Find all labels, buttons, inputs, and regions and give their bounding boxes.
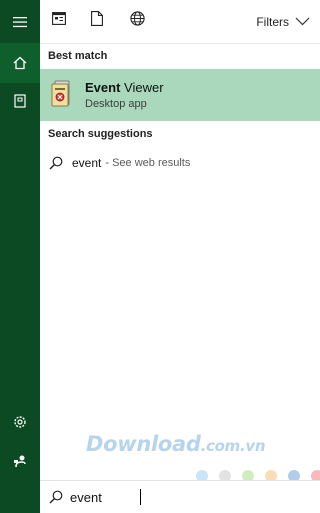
download-watermark: Download.com.vn	[86, 432, 266, 456]
settings-button[interactable]	[0, 402, 40, 442]
menu-button[interactable]	[0, 2, 40, 42]
app-title-rest: Viewer	[120, 80, 164, 95]
app-title-match: Event	[85, 80, 121, 95]
settings-icon	[13, 415, 27, 429]
chevron-down-icon	[295, 15, 310, 29]
feedback-icon	[13, 454, 27, 468]
web-filter-button[interactable]	[126, 10, 148, 32]
app-subtitle: Desktop app	[85, 98, 147, 110]
documents-filter-button[interactable]	[86, 10, 108, 32]
notebook-icon	[13, 94, 27, 108]
home-button[interactable]	[0, 43, 40, 83]
document-icon	[91, 11, 103, 31]
apps-icon	[52, 12, 66, 30]
watermark-brand: Download	[86, 432, 201, 456]
feedback-button[interactable]	[0, 441, 40, 481]
suggestion-hint: - See web results	[105, 157, 191, 169]
best-match-result[interactable]: Event Viewer Desktop app	[40, 69, 320, 121]
suggestion-item[interactable]: event - See web results	[40, 151, 320, 175]
apps-filter-button[interactable]	[48, 10, 70, 32]
notebook-button[interactable]	[0, 81, 40, 121]
search-box	[40, 480, 320, 513]
search-icon	[49, 490, 63, 504]
filter-bar: Filters	[40, 0, 320, 43]
hamburger-icon	[13, 16, 27, 28]
suggestion-term: event	[72, 156, 102, 170]
filters-label: Filters	[256, 15, 289, 29]
home-icon	[13, 56, 27, 70]
text-caret	[140, 489, 141, 505]
event-viewer-app-icon	[51, 80, 73, 108]
filters-dropdown[interactable]: Filters	[256, 12, 310, 32]
search-input[interactable]	[70, 487, 310, 507]
app-title: Event Viewer	[85, 80, 164, 95]
top-divider	[40, 43, 320, 44]
best-match-heading: Best match	[48, 50, 108, 62]
left-rail	[0, 0, 40, 513]
web-globe-icon	[129, 11, 145, 31]
watermark-tld: .com.vn	[200, 437, 266, 455]
search-icon	[49, 156, 63, 170]
search-suggestions-heading: Search suggestions	[48, 128, 153, 140]
